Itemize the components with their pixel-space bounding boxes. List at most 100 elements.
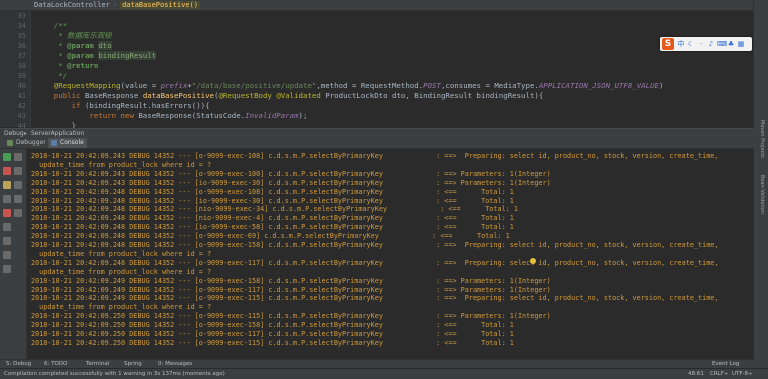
ime-toolbar[interactable]: S 中 ☾ · ♪ ⌨ ♣ ▦ bbox=[660, 37, 752, 51]
code-token: * 数据库乐观锁 bbox=[36, 31, 112, 40]
console-text: 2018-10-21 20:42:09.243 DEBUG 14352 --- … bbox=[31, 152, 719, 160]
code-token: @param bbox=[67, 41, 94, 50]
console-text: 2018-10-21 20:42:09.248 DEBUG 14352 --- … bbox=[31, 187, 514, 196]
resume-icon[interactable] bbox=[3, 153, 11, 161]
run-config-name[interactable]: ServerApplication bbox=[31, 129, 84, 138]
console-text: update_time from product_lock where id =… bbox=[31, 160, 212, 169]
breadcrumb-class[interactable]: DataLockController bbox=[34, 1, 110, 9]
view-breakpoints-icon[interactable] bbox=[3, 181, 11, 189]
code-token: APPLICATION_JSON_UTF8_VALUE bbox=[538, 81, 659, 90]
code-token: ,consumes = MediaType. bbox=[440, 81, 539, 90]
code-token: ProductLockDto dto, BindingResult bindin… bbox=[325, 91, 544, 100]
tab-console-label: Console bbox=[60, 139, 84, 146]
console-output[interactable]: 2018-10-21 20:42:09.243 DEBUG 14352 --- … bbox=[27, 149, 754, 359]
run-config-icon: ▸ bbox=[24, 130, 28, 137]
punctuation-icon[interactable]: · bbox=[697, 39, 705, 49]
console-text: 2018-10-21 20:42:09.249 DEBUG 14352 --- … bbox=[31, 285, 551, 294]
clear-all-icon[interactable] bbox=[3, 265, 11, 273]
console-line: 2018-10-21 20:42:09.250 DEBUG 14352 --- … bbox=[31, 339, 514, 348]
code-line[interactable]: if (bindingResult.hasErrors()){ bbox=[36, 101, 210, 111]
console-text: 2018-10-21 20:42:09.248 DEBUG 14352 --- … bbox=[31, 241, 719, 249]
console-line: update_time from product_lock where id =… bbox=[31, 250, 211, 259]
code-token: * bbox=[36, 51, 68, 60]
line-number: 35 bbox=[17, 32, 26, 40]
console-text: 2018-10-21 20:42:09.250 DEBUG 14352 --- … bbox=[31, 321, 514, 330]
console-text: 2018-10-21 20:42:09.243 DEBUG 14352 --- … bbox=[31, 178, 551, 187]
code-token: @RequestMapping bbox=[36, 81, 121, 90]
code-token: /** bbox=[36, 21, 68, 30]
moon-icon[interactable]: ☾ bbox=[687, 39, 695, 49]
console-line: 2018-10-21 20:42:09.248 DEBUG 14352 --- … bbox=[31, 241, 718, 250]
code-line[interactable]: @RequestMapping(value = prefix+"/data/ba… bbox=[36, 81, 664, 91]
code-token: public bbox=[36, 91, 85, 100]
debugger-icon bbox=[7, 140, 13, 146]
console-text: 2018-10-21 20:42:09.248 DEBUG 14352 --- … bbox=[31, 223, 514, 232]
code-token: dto bbox=[98, 41, 112, 50]
debug-tabs-bar: Debugger Console bbox=[0, 138, 754, 149]
code-token: bindingResult bbox=[98, 51, 157, 60]
code-editor[interactable]: 33 34 35 36 37 38 39 40 41 42 43 44 /** * 数据库乐观锁 * … bbox=[0, 11, 754, 130]
pin-icon[interactable] bbox=[14, 195, 22, 203]
status-bar: Compilation completed successfully with … bbox=[0, 368, 768, 379]
console-line: update_time from product_lock where id =… bbox=[31, 268, 211, 277]
code-token: return new bbox=[36, 111, 139, 120]
console-line: 2018-10-21 20:42:09.248 DEBUG 14352 --- … bbox=[31, 188, 514, 197]
skin-icon[interactable]: ♣ bbox=[727, 39, 735, 49]
pause-icon[interactable] bbox=[14, 167, 22, 175]
print-icon[interactable] bbox=[3, 251, 11, 259]
code-token: (value = bbox=[120, 81, 161, 90]
close-icon[interactable] bbox=[3, 209, 11, 217]
console-line: 2018-10-21 20:42:09.243 DEBUG 14352 --- … bbox=[31, 152, 718, 161]
code-line[interactable]: * 数据库乐观锁 bbox=[36, 31, 112, 41]
line-number-gutter: 33 34 35 36 37 38 39 40 41 42 43 44 bbox=[0, 11, 31, 130]
settings-icon[interactable] bbox=[3, 195, 11, 203]
keyboard-icon[interactable]: ⌨ bbox=[717, 39, 727, 49]
code-line[interactable]: public BaseResponse dataBasePositive(@Re… bbox=[36, 91, 544, 101]
code-token: (bindingResult.hasErrors()){ bbox=[84, 101, 210, 110]
console-text: 2018-10-21 20:42:09.249 DEBUG 14352 --- … bbox=[31, 294, 719, 303]
breadcrumb: DataLockController › dataBasePositive() bbox=[34, 0, 200, 10]
console-line: 2018-10-21 20:42:09.248 DEBUG 14352 --- … bbox=[31, 259, 718, 268]
console-line: 2018-10-21 20:42:09.243 DEBUG 14352 --- … bbox=[31, 170, 551, 179]
code-line[interactable]: /** bbox=[36, 21, 67, 31]
code-token: POST bbox=[423, 81, 441, 90]
stop-icon[interactable] bbox=[3, 167, 11, 175]
tab-console[interactable]: Console bbox=[48, 138, 87, 148]
console-line: 2018-10-21 20:42:09.249 DEBUG 14352 --- … bbox=[31, 286, 551, 295]
tab-debugger[interactable]: Debugger bbox=[4, 138, 49, 148]
step-over-icon[interactable] bbox=[14, 153, 22, 161]
line-number: 33 bbox=[17, 12, 26, 20]
toolbox-icon[interactable]: ▦ bbox=[737, 39, 745, 49]
bean-validation-tab[interactable]: Bean Validation bbox=[757, 175, 765, 214]
console-line: 2018-10-21 20:42:09.250 DEBUG 14352 --- … bbox=[31, 330, 514, 339]
debug-side-toolbar bbox=[0, 149, 27, 359]
console-line: 2018-10-21 20:42:09.248 DEBUG 14352 --- … bbox=[31, 232, 510, 241]
code-token: ,method = RequestMethod. bbox=[316, 81, 424, 90]
line-number: 38 bbox=[17, 62, 26, 70]
sogou-logo-icon[interactable]: S bbox=[662, 38, 674, 50]
code-line[interactable]: return new BaseResponse(StatusCode.Inval… bbox=[36, 111, 307, 121]
maven-projects-tab[interactable]: Maven Projects bbox=[757, 120, 765, 158]
console-line: 2018-10-21 20:42:09.248 DEBUG 14352 --- … bbox=[31, 205, 518, 214]
debug-toolbar: Debug ▸ ServerApplication bbox=[0, 128, 754, 138]
code-token: dataBasePositive bbox=[142, 91, 215, 100]
console-text: 2018-10-21 20:42:09.248 DEBUG 14352 --- … bbox=[31, 258, 719, 267]
code-line[interactable]: * @param bindingResult bbox=[36, 51, 157, 61]
scroll-to-end-icon[interactable] bbox=[3, 223, 11, 231]
console-text: 2018-10-21 20:42:09.243 DEBUG 14352 --- … bbox=[31, 169, 551, 178]
code-token: @return bbox=[67, 61, 99, 70]
line-number: 36 bbox=[17, 42, 26, 50]
help-icon[interactable] bbox=[14, 209, 22, 217]
microphone-icon[interactable]: ♪ bbox=[707, 39, 715, 49]
code-line[interactable]: * @return bbox=[36, 61, 98, 71]
mute-breakpoints-icon[interactable] bbox=[14, 181, 22, 189]
breadcrumb-method[interactable]: dataBasePositive() bbox=[120, 1, 200, 9]
code-line[interactable]: */ bbox=[36, 71, 67, 81]
code-token: InvalidParam bbox=[245, 111, 299, 120]
code-line[interactable]: * @param dto bbox=[36, 41, 112, 51]
ime-mode-icon[interactable]: 中 bbox=[677, 39, 685, 49]
soft-wrap-icon[interactable] bbox=[3, 237, 11, 245]
console-text: 2018-10-21 20:42:09.250 DEBUG 14352 --- … bbox=[31, 312, 551, 321]
console-line: 2018-10-21 20:42:09.249 DEBUG 14352 --- … bbox=[31, 294, 718, 303]
code-token: "/data/base/positive/update" bbox=[191, 81, 317, 90]
